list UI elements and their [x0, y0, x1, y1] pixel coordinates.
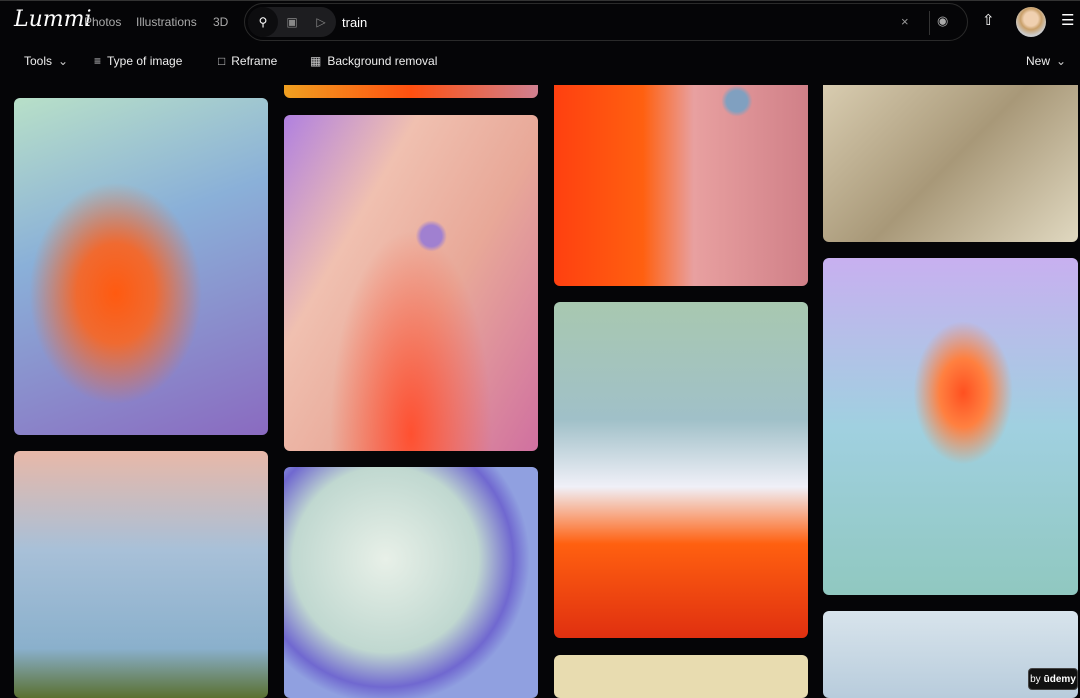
tools-label: Tools [24, 54, 53, 68]
search-modes: ⚲ ▣ ▷ [248, 7, 336, 37]
type-of-image-button[interactable]: ≡ Type of image [94, 54, 182, 68]
clear-icon[interactable]: × [901, 14, 909, 29]
badge-name: ūdemy [1043, 673, 1076, 685]
reframe-label: Reframe [231, 54, 278, 68]
video-icon[interactable]: ▷ [306, 7, 336, 37]
search-bar: ⚲ ▣ ▷ train × ◉ [244, 3, 968, 41]
badge-by: by [1030, 673, 1041, 685]
crop-icon: □ [218, 54, 226, 68]
image-rose[interactable] [823, 258, 1078, 595]
avatar[interactable] [1016, 7, 1046, 37]
nav-illustrations[interactable]: Illustrations [136, 15, 197, 29]
background-removal-button[interactable]: ▦ Background removal [310, 54, 437, 68]
tools-dropdown[interactable]: Tools ⌄ [24, 54, 68, 68]
palette-icon[interactable]: ◉ [937, 13, 948, 29]
image-bubble[interactable] [284, 467, 538, 698]
image-tulip-face[interactable] [554, 85, 808, 286]
sort-label: New [1026, 54, 1051, 68]
image-partial[interactable] [284, 85, 538, 98]
bg-removal-icon: ▦ [310, 54, 322, 68]
bg-label: Background removal [327, 54, 438, 68]
upload-icon[interactable]: ⇧ [982, 11, 995, 29]
header: Lummi Photos Illustrations 3D ⚲ ▣ ▷ trai… [0, 0, 1080, 42]
search-icon[interactable]: ⚲ [248, 7, 278, 37]
filter-icon: ≡ [94, 54, 102, 68]
image-cream[interactable] [554, 655, 808, 698]
reframe-button[interactable]: □ Reframe [218, 54, 277, 68]
divider [929, 11, 930, 35]
udemy-badge[interactable]: by ūdemy [1028, 668, 1078, 690]
type-label: Type of image [107, 54, 183, 68]
sort-dropdown[interactable]: New ⌄ [1026, 54, 1066, 68]
image-fabric[interactable] [823, 85, 1078, 242]
nav-photos[interactable]: Photos [84, 15, 121, 29]
lummi-logo[interactable]: Lummi [14, 7, 92, 32]
image-eye-face[interactable] [284, 115, 538, 451]
image-woman-lying[interactable] [14, 451, 268, 698]
chevron-down-icon: ⌄ [58, 54, 69, 68]
chevron-down-icon: ⌄ [1056, 54, 1067, 68]
image-petals[interactable] [14, 98, 268, 435]
menu-icon[interactable]: ☰ [1061, 11, 1074, 29]
search-input[interactable]: train [342, 15, 367, 30]
image-foam[interactable] [554, 302, 808, 638]
image-search-icon[interactable]: ▣ [277, 7, 307, 37]
nav-3d[interactable]: 3D [213, 15, 228, 29]
